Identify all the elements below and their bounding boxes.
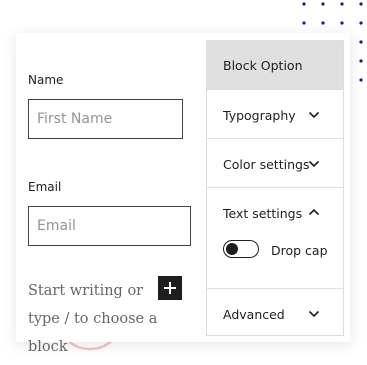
panel-header: Block Option (207, 41, 343, 89)
typography-label: Typography (223, 108, 296, 123)
add-block-button[interactable] (158, 276, 182, 300)
chevron-up-icon (308, 208, 320, 216)
editor-card: Name Email Start writing or type / to ch… (16, 33, 350, 355)
block-placeholder-text[interactable]: Start writing or type / to choose a bloc… (28, 277, 168, 361)
panel-title: Block Option (223, 58, 303, 73)
drop-cap-label: Drop cap (271, 243, 328, 258)
typography-section-toggle[interactable]: Typography (207, 89, 343, 138)
text-settings-section[interactable]: Text settings Drop cap (207, 187, 343, 288)
first-name-input[interactable] (28, 99, 183, 139)
block-settings-panel: Block Option Typography Color settings T… (206, 40, 344, 336)
color-settings-section-toggle[interactable]: Color settings (207, 138, 343, 187)
color-settings-label: Color settings (223, 157, 310, 172)
chevron-down-icon (308, 160, 320, 168)
drop-cap-toggle[interactable] (223, 240, 259, 258)
chevron-down-icon (308, 310, 320, 318)
text-settings-label: Text settings (223, 206, 303, 221)
email-input[interactable] (28, 206, 191, 246)
name-label: Name (28, 73, 64, 87)
plus-icon (164, 282, 176, 294)
chevron-down-icon (308, 111, 320, 119)
advanced-section-toggle[interactable]: Advanced (207, 288, 343, 336)
advanced-label: Advanced (223, 307, 285, 322)
toggle-knob (226, 243, 238, 255)
email-label: Email (28, 180, 62, 194)
form-preview: Name Email Start writing or type / to ch… (16, 33, 206, 355)
